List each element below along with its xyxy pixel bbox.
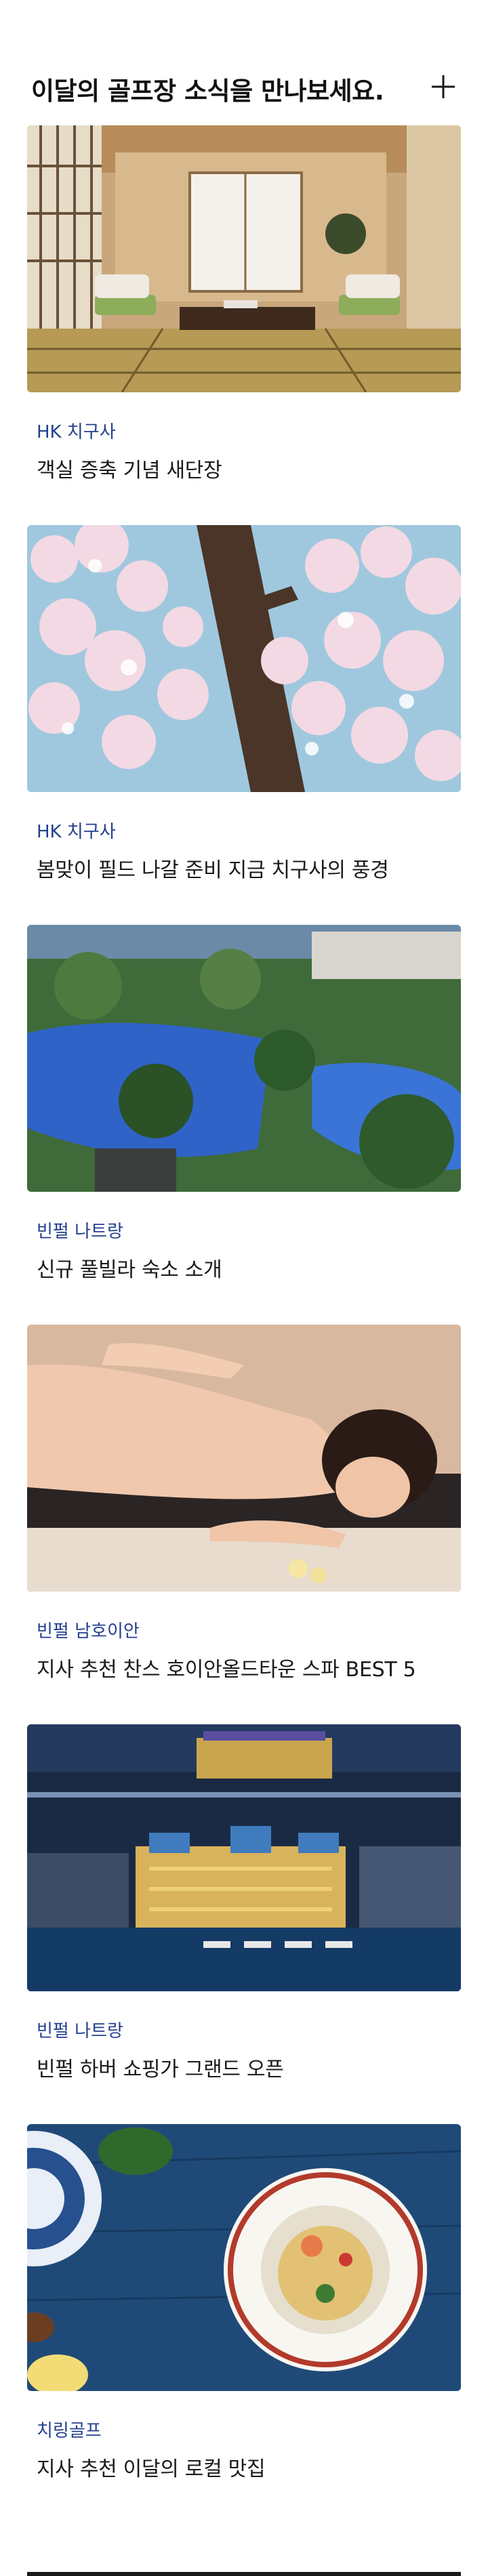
card-title: 봄맞이 필드 나갈 준비 지금 치구사의 풍경 [37,858,389,882]
page-title: 이달의 골프장 소식을 만나보세요. [31,77,384,106]
card-category: 빈펄 남호이안 [37,1621,140,1642]
news-card[interactable]: 빈펄 나트랑 빈펄 하버 쇼핑가 그랜드 오픈 [27,1724,461,2104]
page: 이달의 골프장 소식을 만나보세요. HK 치구사 객실 증축 기념 새단장 H… [0,0,488,2576]
card-title: 지사 추천 이달의 로컬 맛집 [37,2457,266,2481]
news-card[interactable]: HK 치구사 객실 증축 기념 새단장 [27,125,461,505]
card-category: HK 치구사 [37,422,116,442]
home-indicator [27,2572,461,2576]
news-card[interactable]: HK 치구사 봄맞이 필드 나갈 준비 지금 치구사의 풍경 [27,525,461,905]
resort-pool-aerial-photo [27,925,461,1192]
news-card[interactable]: 치링골프 지사 추천 이달의 로컬 맛집 [27,2124,461,2504]
noodle-dish-photo [27,2124,461,2391]
card-title: 신규 풀빌라 숙소 소개 [37,1258,222,1282]
news-card[interactable]: 빈펄 남호이안 지사 추천 찬스 호이안올드타운 스파 BEST 5 [27,1325,461,1704]
plus-icon[interactable] [428,72,458,102]
spa-massage-photo [27,1325,461,1592]
news-card[interactable]: 빈펄 나트랑 신규 풀빌라 숙소 소개 [27,925,461,1304]
card-title: 빈펄 하버 쇼핑가 그랜드 오픈 [37,2058,284,2081]
card-title: 지사 추천 찬스 호이안올드타운 스파 BEST 5 [37,1658,416,1682]
japanese-tatami-room-photo [27,125,461,392]
harbor-night-aerial-photo [27,1724,461,1991]
cherry-blossom-photo [27,525,461,792]
header: 이달의 골프장 소식을 만나보세요. [0,0,488,125]
card-category: 치링골프 [37,2421,102,2441]
card-title: 객실 증축 기념 새단장 [37,459,222,482]
card-category: 빈펄 나트랑 [37,1222,123,1242]
card-category: 빈펄 나트랑 [37,2021,123,2041]
card-category: HK 치구사 [37,822,116,842]
